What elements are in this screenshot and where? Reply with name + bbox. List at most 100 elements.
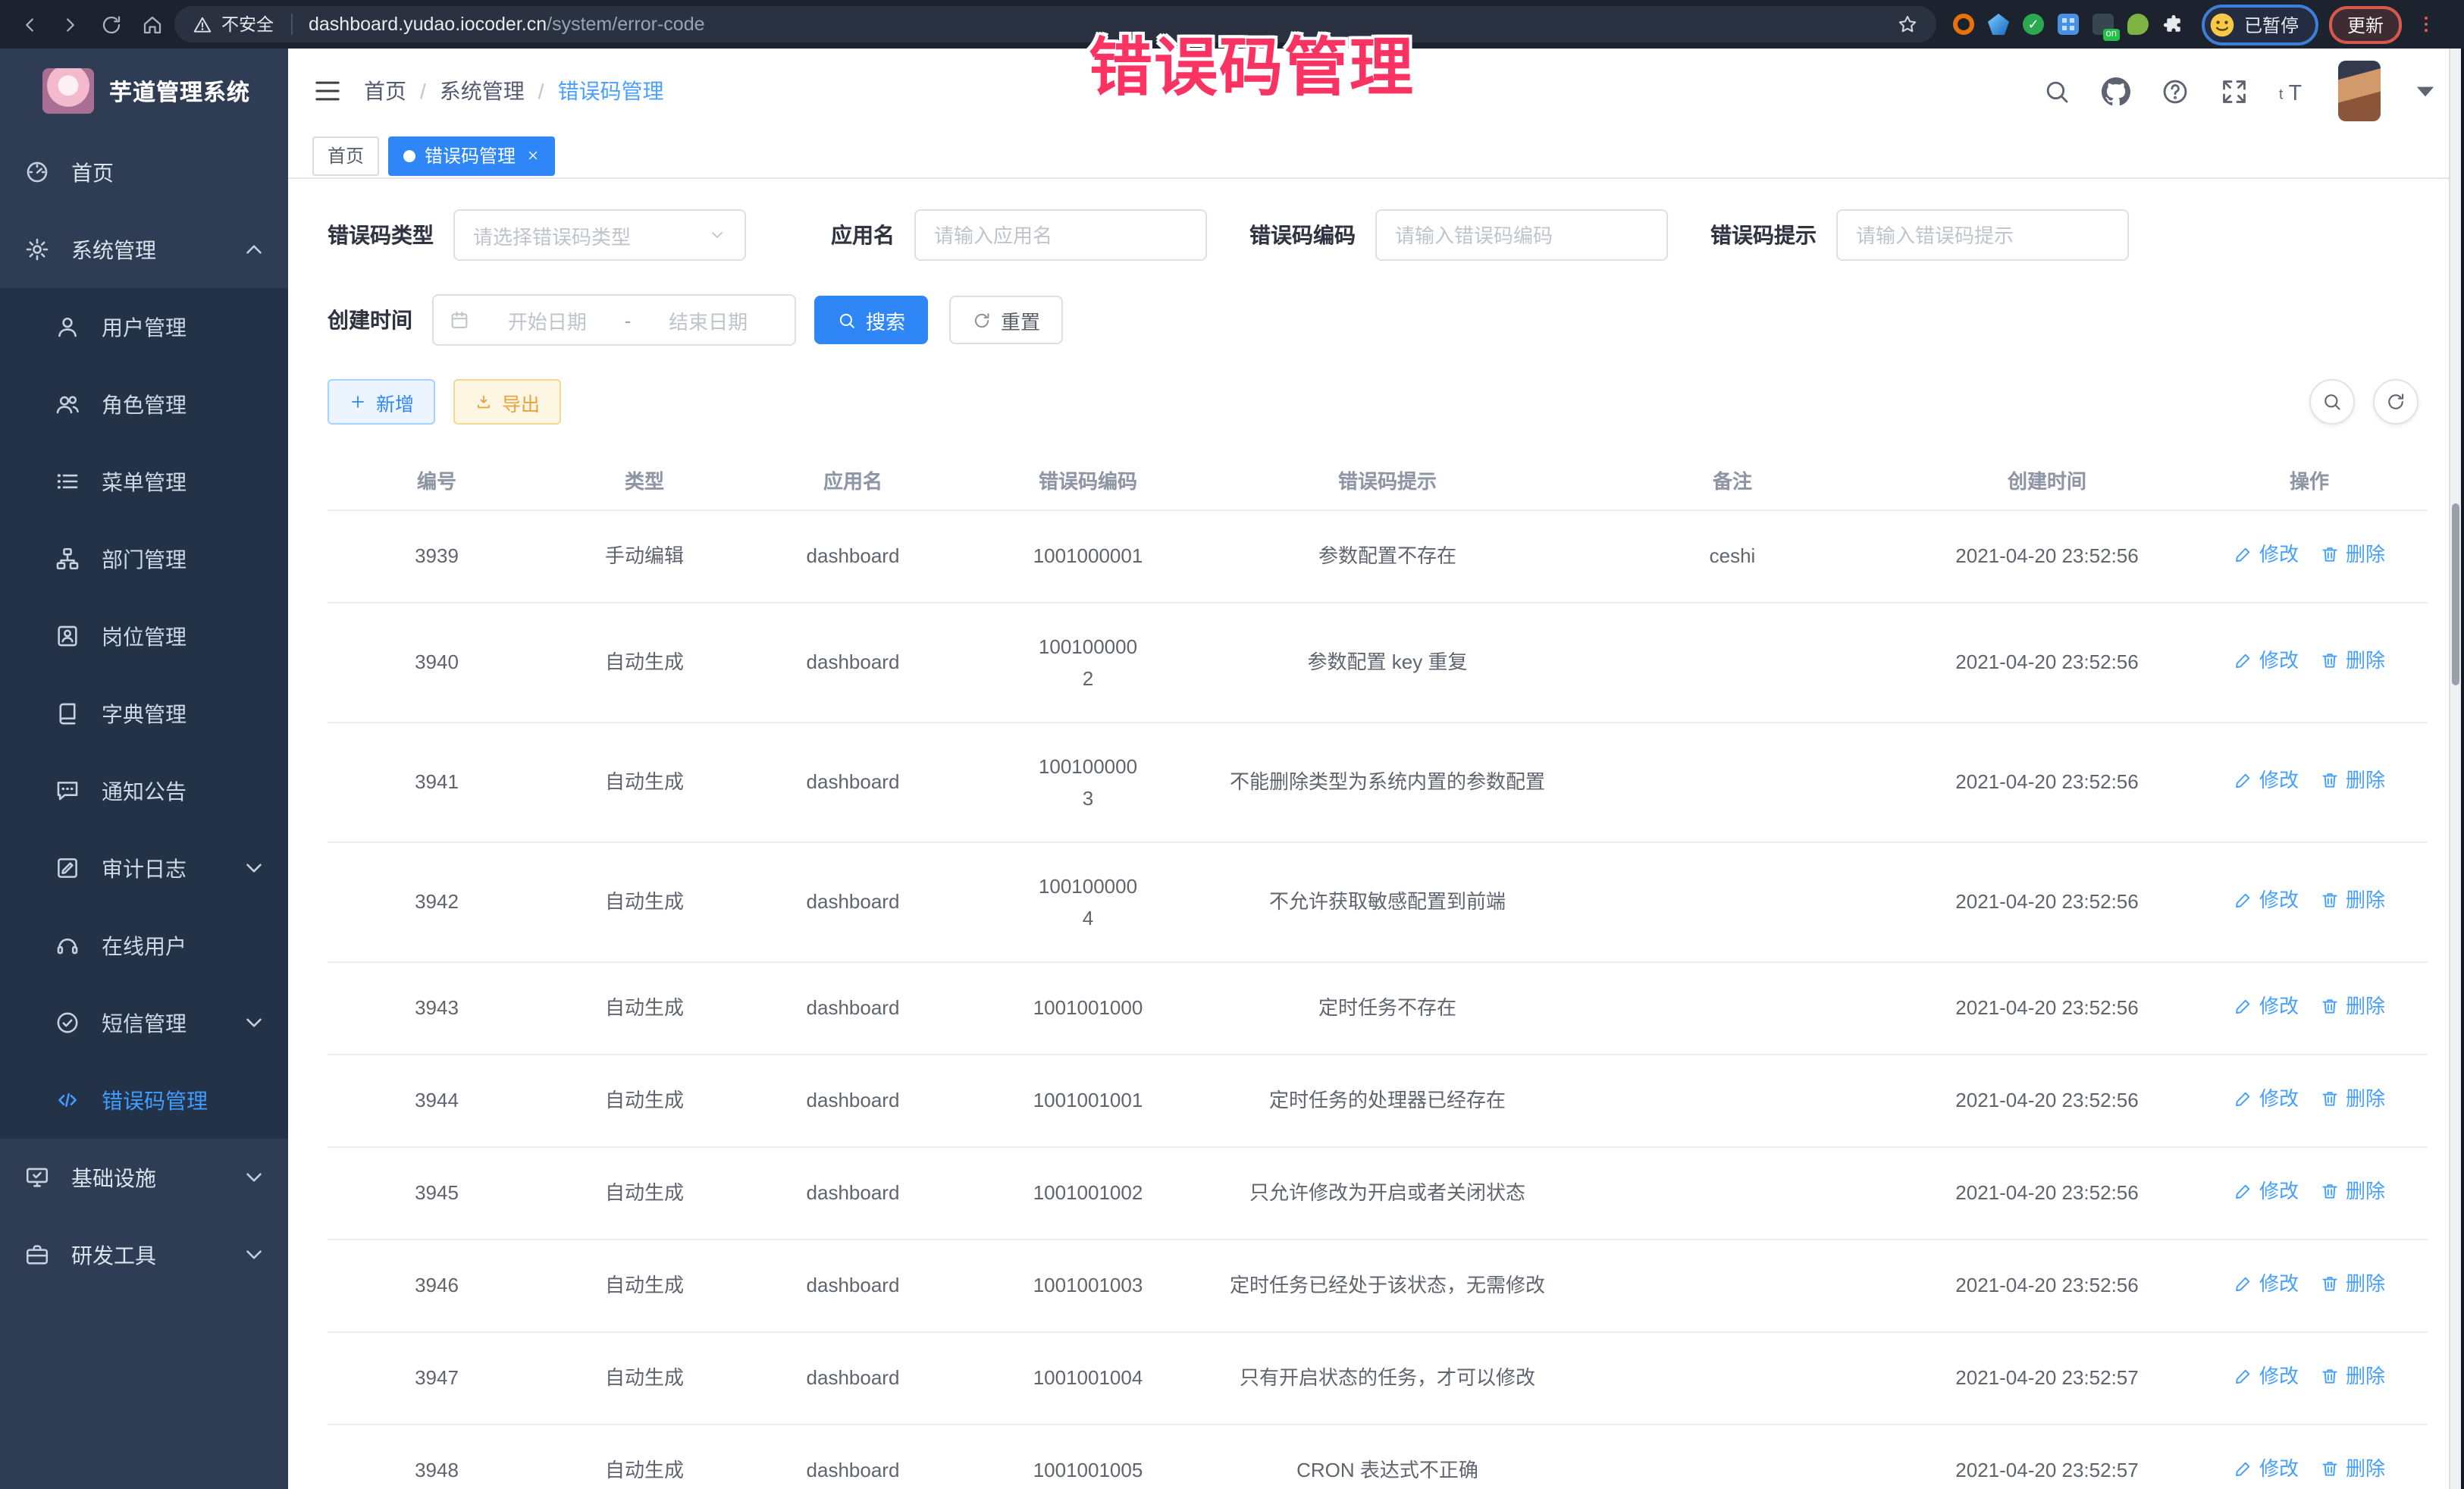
forward-icon[interactable] [59, 13, 82, 36]
ext-dark-on-icon[interactable] [2093, 14, 2114, 35]
delete-icon [2320, 771, 2340, 791]
vertical-scrollbar[interactable] [2449, 49, 2461, 1489]
ext-gem-blue-icon[interactable] [1988, 14, 2009, 35]
sidebar-item-post-management[interactable]: 岗位管理 [0, 597, 288, 675]
sidebar-item-home[interactable]: 首页 [0, 133, 288, 211]
add-button[interactable]: 新增 [328, 379, 435, 425]
sidebar-item-audit-log[interactable]: 审计日志 [0, 829, 288, 907]
breadcrumb-item[interactable]: 首页 [364, 76, 406, 106]
create-time-range-picker[interactable]: 开始日期 - 结束日期 [432, 294, 796, 346]
dictionary-icon [55, 701, 80, 726]
sidebar-item-notice-announcement[interactable]: 通知公告 [0, 752, 288, 829]
browser-menu-icon[interactable] [2415, 14, 2437, 35]
sidebar-item-dict-management[interactable]: 字典管理 [0, 675, 288, 752]
tab-错误码管理[interactable]: 错误码管理 [388, 136, 555, 175]
delete-link[interactable]: 删除 [2320, 1175, 2385, 1208]
edit-link[interactable]: 修改 [2234, 1268, 2299, 1301]
help-icon[interactable] [2161, 77, 2190, 105]
delete-link[interactable]: 删除 [2320, 990, 2385, 1023]
delete-link[interactable]: 删除 [2320, 1083, 2385, 1116]
delete-link[interactable]: 删除 [2320, 1453, 2385, 1486]
font-size-icon[interactable]: tT [2279, 77, 2308, 105]
sidebar-item-error-code-management[interactable]: 错误码管理 [0, 1061, 288, 1139]
edit-label: 修改 [2259, 764, 2299, 798]
cell-create-time: 2021-04-20 23:52:56 [1903, 723, 2191, 842]
ext-circle-green-check-icon[interactable] [2023, 14, 2044, 35]
avatar-caret-down-icon[interactable] [2411, 77, 2440, 105]
edit-link[interactable]: 修改 [2234, 1360, 2299, 1393]
extensions-puzzle-icon[interactable] [2162, 13, 2185, 36]
column-header-操作: 操作 [2191, 449, 2428, 510]
menu-list-icon [55, 469, 80, 494]
delete-link[interactable]: 删除 [2320, 884, 2385, 917]
edit-link[interactable]: 修改 [2234, 1175, 2299, 1208]
home-icon[interactable] [141, 13, 164, 36]
scrollbar-thumb[interactable] [2452, 503, 2459, 685]
address-bar[interactable]: 不安全 dashboard.yudao.iocoder.cn/system/er… [174, 6, 1936, 42]
delete-link[interactable]: 删除 [2320, 644, 2385, 678]
cell-app: dashboard [743, 510, 963, 603]
filter-input-错误码编码[interactable] [1375, 209, 1668, 261]
sidebar-item-dev-tools[interactable]: 研发工具 [0, 1216, 288, 1293]
table-header-row: 编号类型应用名错误码编码错误码提示备注创建时间操作 [328, 449, 2428, 510]
back-icon[interactable] [18, 13, 41, 36]
ext-circle-orange-icon[interactable] [1953, 14, 1974, 35]
edit-link[interactable]: 修改 [2234, 538, 2299, 572]
tab-首页[interactable]: 首页 [312, 136, 379, 175]
collapse-sidebar-icon[interactable] [312, 76, 343, 106]
cell-code: 1001000004 [963, 842, 1213, 962]
delete-label: 删除 [2346, 538, 2385, 572]
sidebar-item-infrastructure[interactable]: 基础设施 [0, 1139, 288, 1216]
breadcrumb-separator: / [420, 79, 426, 103]
filter-input-应用名[interactable] [914, 209, 1207, 261]
edit-link[interactable]: 修改 [2234, 884, 2299, 917]
edit-link[interactable]: 修改 [2234, 1453, 2299, 1486]
ext-leaf-green-icon[interactable] [2127, 14, 2149, 35]
fullscreen-icon[interactable] [2220, 77, 2249, 105]
sidebar-item-sms-management[interactable]: 短信管理 [0, 984, 288, 1061]
paused-badge[interactable]: 已暂停 [2202, 4, 2318, 45]
cell-create-time: 2021-04-20 23:52:57 [1903, 1332, 2191, 1425]
cell-code: 1001000001 [963, 510, 1213, 603]
ext-grid-blue-icon[interactable] [2058, 14, 2079, 35]
delete-link[interactable]: 删除 [2320, 1360, 2385, 1393]
edit-link[interactable]: 修改 [2234, 990, 2299, 1023]
bookmark-star-icon[interactable] [1897, 14, 1918, 35]
chevron-down-icon [241, 855, 267, 881]
search-button[interactable]: 搜索 [814, 296, 928, 344]
sidebar-item-system-management[interactable]: 系统管理 [0, 211, 288, 288]
error-code-value: 1001001005 [1033, 1459, 1143, 1481]
edit-link[interactable]: 修改 [2234, 644, 2299, 678]
sidebar-item-user-management[interactable]: 用户管理 [0, 288, 288, 365]
export-button[interactable]: 导出 [453, 379, 561, 425]
sidebar-item-online-users[interactable]: 在线用户 [0, 907, 288, 984]
cell-code: 1001001001 [963, 1055, 1213, 1147]
online-user-icon [55, 933, 80, 958]
delete-link[interactable]: 删除 [2320, 1268, 2385, 1301]
delete-link[interactable]: 删除 [2320, 538, 2385, 572]
sidebar-item-role-management[interactable]: 角色管理 [0, 365, 288, 443]
sidebar-item-menu-management[interactable]: 菜单管理 [0, 443, 288, 520]
reload-icon[interactable] [100, 13, 123, 36]
breadcrumb-item[interactable]: 错误码管理 [558, 76, 664, 106]
not-secure-warning-icon[interactable] [193, 14, 212, 34]
edit-link[interactable]: 修改 [2234, 764, 2299, 798]
sidebar-item-label: 首页 [71, 157, 114, 187]
app-logo-row[interactable]: 芋道管理系统 [0, 49, 288, 133]
search-icon[interactable] [2042, 77, 2071, 105]
show-search-button[interactable] [2309, 379, 2355, 425]
user-avatar[interactable] [2338, 61, 2381, 121]
sidebar-item-dept-management[interactable]: 部门管理 [0, 520, 288, 597]
filter-select-错误码类型[interactable]: 请选择错误码类型 [453, 209, 746, 261]
breadcrumb-item[interactable]: 系统管理 [440, 76, 525, 106]
window-edge [2461, 49, 2464, 1489]
date-separator: - [625, 309, 632, 331]
filter-input-错误码提示[interactable] [1836, 209, 2129, 261]
delete-link[interactable]: 删除 [2320, 764, 2385, 798]
refresh-table-button[interactable] [2373, 379, 2419, 425]
delete-icon [2320, 997, 2340, 1017]
edit-link[interactable]: 修改 [2234, 1083, 2299, 1116]
reset-button[interactable]: 重置 [949, 296, 1063, 344]
github-icon[interactable] [2102, 77, 2130, 105]
update-button[interactable]: 更新 [2329, 5, 2402, 43]
